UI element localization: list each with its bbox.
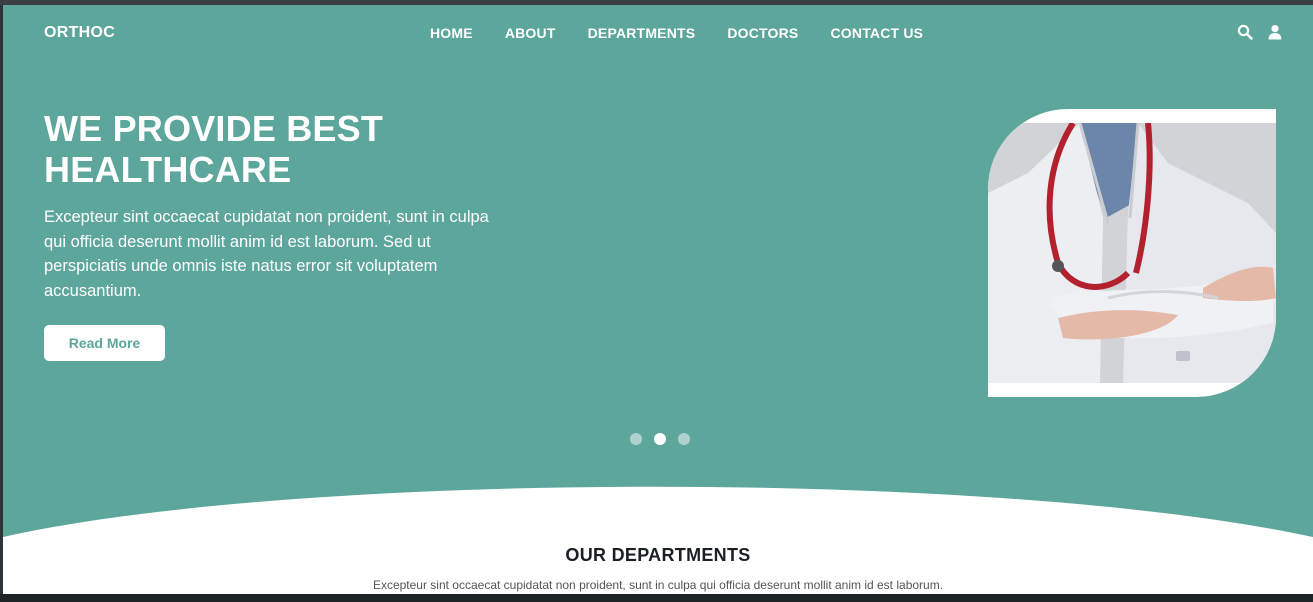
main-nav: HOME ABOUT DEPARTMENTS DOCTORS CONTACT U… — [430, 25, 923, 41]
slider-dot-3[interactable] — [678, 433, 690, 445]
nav-about[interactable]: ABOUT — [505, 25, 556, 41]
nav-contact-us[interactable]: CONTACT US — [830, 25, 923, 41]
header-icons — [1237, 24, 1283, 40]
site-header: ORTHOC HOME ABOUT DEPARTMENTS DOCTORS CO… — [3, 5, 1313, 61]
departments-title: OUR DEPARTMENTS — [565, 545, 751, 565]
nav-home[interactable]: HOME — [430, 25, 473, 41]
hero-curve-divider — [3, 486, 1313, 594]
os-taskbar — [0, 594, 1313, 602]
hero-text: Excepteur sint occaecat cupidatat non pr… — [44, 208, 489, 300]
user-icon[interactable] — [1267, 24, 1283, 40]
page: ORTHOC HOME ABOUT DEPARTMENTS DOCTORS CO… — [3, 5, 1313, 594]
slider-dot-1[interactable] — [630, 433, 642, 445]
slider-dots — [630, 433, 690, 445]
nav-doctors[interactable]: DOCTORS — [727, 25, 798, 41]
slider-dot-2[interactable] — [654, 433, 666, 445]
site-logo[interactable]: ORTHOC — [44, 24, 115, 42]
doctor-image — [988, 109, 1276, 397]
search-icon[interactable] — [1237, 24, 1253, 40]
nav-departments[interactable]: DEPARTMENTS — [588, 25, 696, 41]
departments-subtitle: Excepteur sint occaecat cupidatat non pr… — [372, 578, 944, 592]
doctor-illustration — [988, 123, 1276, 383]
read-more-button[interactable]: Read More — [44, 325, 165, 361]
hero-title: WE PROVIDE BEST HEALTHCARE — [44, 108, 384, 190]
